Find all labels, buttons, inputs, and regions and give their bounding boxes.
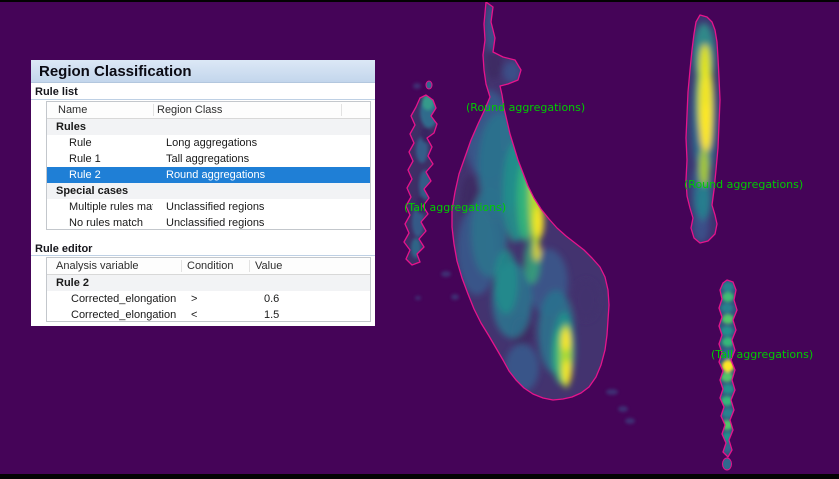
rule-name-cell: Rule 2 [47,167,153,183]
rule-editor-header: Analysis variable Condition Value [47,258,370,275]
rule-editor-row[interactable]: Corrected_elongation > 0.6 [47,291,370,307]
region-label-round-right: (Round aggregations) [684,178,803,191]
rule-name-cell: Rules [47,119,153,135]
rule-list-row[interactable]: No rules match Unclassified regions [47,215,370,231]
rule-editor-rows: Rule 2 Corrected_elongation > 0.6 Correc [47,275,370,323]
strip-blob [715,275,741,465]
region-classification-dialog: Region Classification Rule list Name Reg… [31,60,375,326]
column-divider [181,260,182,272]
condition-cell [181,275,249,291]
region-class-cell: Round aggregations [153,167,370,183]
region-class-cell: Unclassified regions [153,199,370,215]
rule-name-cell: Multiple rules match [47,199,153,215]
rule-list-section-label: Rule list [35,86,78,98]
region-class-cell: Unclassified regions [153,215,370,231]
dialog-body: Rule list Name Region Class Rules [31,84,375,326]
value-cell: 0.6 [249,291,370,307]
value-cell [249,275,370,291]
bottom-black-bar [0,474,839,479]
region-class-cell: Long aggregations [153,135,370,151]
rule-editor-section-label: Rule editor [35,243,92,255]
dialog-title: Region Classification [39,63,192,80]
rule-list-row[interactable]: Multiple rules match Unclassified region… [47,199,370,215]
column-header-value[interactable]: Value [249,258,370,274]
region-class-cell: Tall aggregations [153,151,370,167]
condition-cell: < [181,307,249,323]
divider [31,255,375,256]
rule-list-row[interactable]: Rule 2 Round aggregations [47,167,370,183]
rule-list-row[interactable]: Rule 1 Tall aggregations [47,151,370,167]
column-header-analysis-variable[interactable]: Analysis variable [47,258,181,274]
column-header-condition[interactable]: Condition [181,258,249,274]
left-blob [400,90,445,270]
rule-name-cell: Rule [47,135,153,151]
region-label-tall-left: (Tall aggregations) [404,201,506,214]
rule-list-header: Name Region Class [47,102,370,119]
rule-list-row[interactable]: Rule Long aggregations [47,135,370,151]
rule-name-cell: Special cases [47,183,153,199]
rule-name-cell: No rules match [47,215,153,231]
analysis-variable-cell: Corrected_elongation [47,307,181,323]
rule-editor-row[interactable]: Rule 2 [47,275,370,291]
column-header-name[interactable]: Name [47,102,153,118]
column-divider [153,104,154,116]
region-class-cell [153,119,370,135]
column-header-region-class[interactable]: Region Class [153,102,370,118]
region-label-round-center: (Round aggregations) [466,101,585,114]
rule-editor-row[interactable]: Corrected_elongation < 1.5 [47,307,370,323]
small-outlined-dot [426,81,432,89]
dialog-title-bar: Region Classification [31,60,375,83]
column-divider [341,104,342,116]
rule-list-row[interactable]: Rules [47,119,370,135]
rule-list-rows: Rules Rule Long aggregations Rule 1 Tall… [47,119,370,231]
rule-list-table: Name Region Class Rules Rule [46,101,371,230]
top-black-bar [0,0,839,2]
viewer-scene: (Round aggregations) (Tall aggregations)… [0,0,839,479]
rule-list-row[interactable]: Special cases [47,183,370,199]
value-cell: 1.5 [249,307,370,323]
divider [31,99,375,100]
region-label-tall-bottom: (Tall aggregations) [711,348,813,361]
rule-name-cell: Rule 1 [47,151,153,167]
small-outlined-dot [723,458,732,470]
region-class-cell [153,183,370,199]
condition-cell: > [181,291,249,307]
column-divider [249,260,250,272]
rule-editor-table: Analysis variable Condition Value Rule 2 [46,257,371,322]
analysis-variable-cell: Rule 2 [47,275,181,291]
analysis-variable-cell: Corrected_elongation [47,291,181,307]
